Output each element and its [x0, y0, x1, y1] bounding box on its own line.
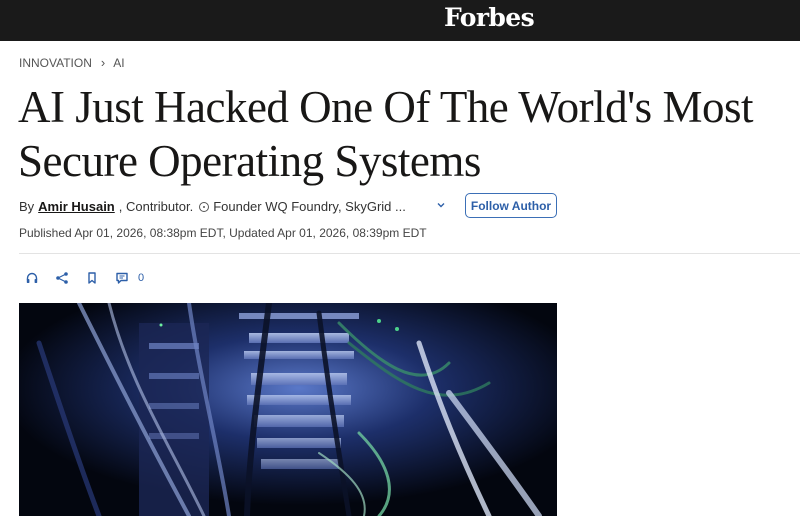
- top-nav-bar: Forbes: [0, 0, 800, 41]
- comment-count[interactable]: 0: [138, 272, 144, 284]
- bookmark-icon[interactable]: [84, 270, 100, 286]
- server-rack-image: [19, 303, 557, 516]
- byline-prefix: By: [19, 199, 35, 214]
- breadcrumb: INNOVATION › AI: [19, 55, 125, 70]
- comment-icon[interactable]: [114, 270, 130, 286]
- chevron-right-icon: ›: [100, 55, 106, 70]
- hero-image-server-rack: [19, 303, 557, 516]
- author-description: Founder WQ Foundry, SkyGrid ...: [213, 199, 406, 214]
- publish-date: Published Apr 01, 2026, 08:38pm EDT, Upd…: [19, 226, 427, 240]
- chevron-down-icon[interactable]: [434, 198, 448, 212]
- author-link[interactable]: Amir Husain: [38, 199, 115, 214]
- breadcrumb-innovation[interactable]: INNOVATION: [19, 56, 92, 70]
- article-actions: 0: [24, 270, 144, 286]
- share-icon[interactable]: [54, 270, 70, 286]
- forbes-logo[interactable]: Forbes: [444, 3, 535, 32]
- divider: [19, 253, 800, 254]
- article-title: AI Just Hacked One Of The World's Most S…: [18, 82, 753, 186]
- breadcrumb-ai[interactable]: AI: [113, 56, 124, 70]
- info-icon: [199, 201, 210, 212]
- follow-author-button[interactable]: Follow Author: [465, 193, 557, 218]
- author-role: , Contributor.: [118, 199, 194, 214]
- byline: By Amir Husain , Contributor. Founder WQ…: [19, 199, 406, 214]
- headphones-icon[interactable]: [24, 270, 40, 286]
